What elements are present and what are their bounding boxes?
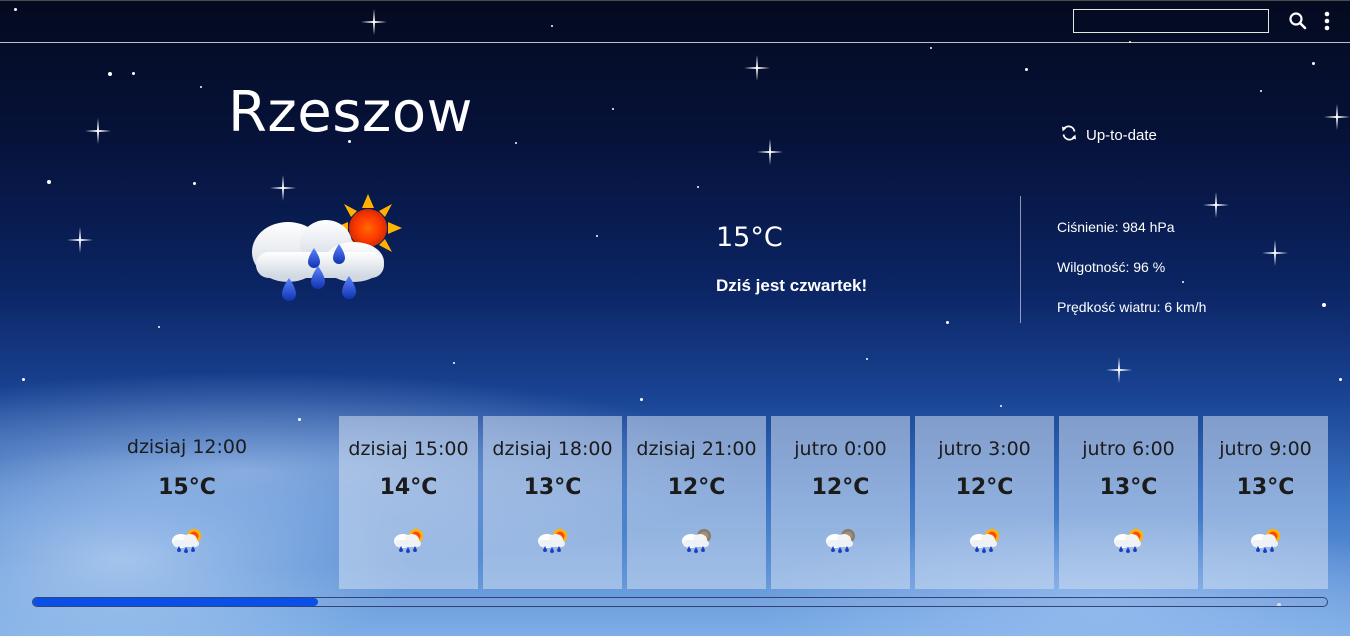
cloud-rain-sun-icon: [169, 526, 205, 556]
cloud-rain-sun-icon: [967, 526, 1003, 556]
forecast-time: jutro 0:00: [794, 438, 887, 460]
forecast-temperature: 12°C: [955, 475, 1014, 500]
today-text: Dziś jest czwartek!: [716, 276, 868, 295]
cloud-rain-sun-icon: [246, 192, 406, 310]
forecast-card[interactable]: jutro 3:00 12°C: [915, 416, 1054, 589]
search-icon[interactable]: [1287, 10, 1309, 32]
humidity-value: Wilgotność: 96 %: [1057, 259, 1166, 275]
weather-details: Ciśnienie: 984 hPa Wilgotność: 96 % Pręd…: [1057, 218, 1206, 338]
forecast-temperature: 13°C: [1236, 475, 1295, 500]
wind-speed-value: Prędkość wiatru: 6 km/h: [1057, 299, 1207, 315]
forecast-temperature: 12°C: [667, 475, 726, 500]
update-status: Up-to-date: [1060, 125, 1157, 145]
forecast-card[interactable]: dzisiaj 15:00 14°C: [339, 416, 478, 589]
cloud-rain-sun-icon: [1111, 526, 1147, 556]
forecast-card[interactable]: dzisiaj 12:00 15°C: [108, 416, 266, 589]
forecast-temperature: 14°C: [379, 475, 438, 500]
update-status-label: Up-to-date: [1086, 126, 1157, 144]
cloud-rain-moon-icon: [679, 526, 715, 556]
forecast-temperature: 12°C: [811, 475, 870, 500]
forecast-time: dzisiaj 15:00: [348, 438, 469, 460]
search-input[interactable]: [1073, 9, 1269, 33]
forecast-time: dzisiaj 12:00: [126, 436, 248, 458]
top-bar: [0, 0, 1350, 43]
forecast-time: jutro 6:00: [1082, 438, 1175, 460]
forecast-time: jutro 3:00: [938, 438, 1031, 460]
cloud-rain-sun-icon: [535, 526, 571, 556]
forecast-time: dzisiaj 18:00: [492, 438, 613, 460]
forecast-time: dzisiaj 21:00: [636, 438, 757, 460]
details-divider: [1020, 196, 1021, 323]
cloud-rain-sun-icon: [1248, 526, 1284, 556]
city-name: Rzeszow: [228, 80, 473, 145]
refresh-icon[interactable]: [1060, 124, 1078, 146]
forecast-time: jutro 9:00: [1219, 438, 1312, 460]
forecast-temperature: 13°C: [523, 475, 582, 500]
forecast-card[interactable]: jutro 9:00 13°C: [1203, 416, 1328, 589]
forecast-card[interactable]: jutro 0:00 12°C: [771, 416, 910, 589]
weather-app: Rzeszow Up-to-date 15°C Dziś jest czwart…: [0, 0, 1350, 636]
kebab-menu-icon[interactable]: [1316, 10, 1338, 32]
forecast-scrollbar[interactable]: [32, 597, 1328, 607]
current-temperature: 15°C: [716, 222, 783, 253]
forecast-scrollbar-thumb[interactable]: [33, 598, 318, 606]
forecast-temperature: 13°C: [1099, 475, 1158, 500]
forecast-card[interactable]: jutro 6:00 13°C: [1059, 416, 1198, 589]
forecast-card[interactable]: dzisiaj 21:00 12°C: [627, 416, 766, 589]
forecast-temperature: 15°C: [158, 475, 216, 500]
pressure-value: Ciśnienie: 984 hPa: [1057, 219, 1175, 235]
forecast-card[interactable]: dzisiaj 18:00 13°C: [483, 416, 622, 589]
cloud-rain-moon-icon: [823, 526, 859, 556]
cloud-rain-sun-icon: [391, 526, 427, 556]
